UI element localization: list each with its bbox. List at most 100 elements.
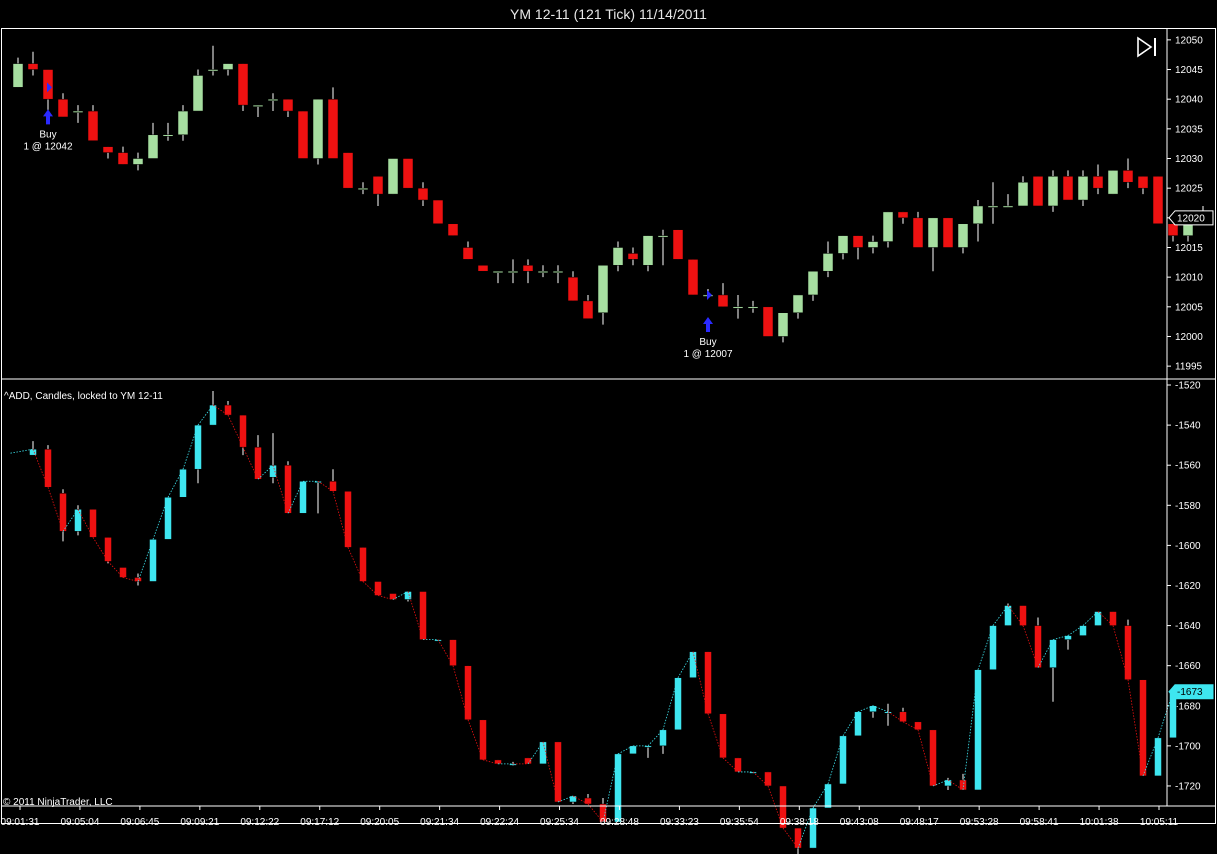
- candle-body[interactable]: [462, 247, 474, 260]
- candle-body[interactable]: [1109, 611, 1117, 626]
- candle-body[interactable]: [1124, 625, 1132, 680]
- candle-body[interactable]: [762, 306, 774, 337]
- candle-body[interactable]: [74, 509, 82, 532]
- candle-body[interactable]: [777, 312, 789, 337]
- candle-body[interactable]: [747, 306, 759, 309]
- candle-body[interactable]: [89, 509, 97, 538]
- candle-body[interactable]: [957, 223, 969, 248]
- candle-body[interactable]: [327, 98, 339, 159]
- candle-body[interactable]: [1002, 205, 1014, 208]
- candle-body[interactable]: [854, 711, 862, 737]
- candle-body[interactable]: [942, 217, 954, 248]
- candle-body[interactable]: [1154, 737, 1162, 777]
- candle-body[interactable]: [57, 98, 69, 118]
- candle-body[interactable]: [179, 468, 187, 498]
- candle-body[interactable]: [1167, 223, 1179, 236]
- candle-body[interactable]: [1077, 176, 1089, 201]
- candle-body[interactable]: [312, 98, 324, 159]
- candle-body[interactable]: [717, 294, 729, 308]
- candle-body[interactable]: [464, 665, 472, 721]
- candle-body[interactable]: [1137, 176, 1149, 189]
- candle-body[interactable]: [912, 217, 924, 248]
- candle-body[interactable]: [612, 247, 624, 266]
- candle-body[interactable]: [732, 306, 744, 309]
- candle-body[interactable]: [792, 294, 804, 313]
- candle-body[interactable]: [192, 75, 204, 112]
- candle-body[interactable]: [72, 110, 84, 113]
- candle-body[interactable]: [357, 187, 369, 190]
- candle-body[interactable]: [119, 567, 127, 578]
- candle-body[interactable]: [132, 158, 144, 165]
- candle-body[interactable]: [522, 265, 534, 272]
- candle-body[interactable]: [987, 205, 999, 208]
- candle-body[interactable]: [1047, 176, 1059, 207]
- candle-body[interactable]: [432, 199, 444, 225]
- candle-body[interactable]: [59, 493, 67, 532]
- candle-body[interactable]: [567, 276, 579, 302]
- candle-body[interactable]: [1152, 176, 1164, 225]
- candle-body[interactable]: [237, 63, 249, 106]
- candle-body[interactable]: [944, 779, 952, 787]
- candle-body[interactable]: [537, 270, 549, 273]
- candle-body[interactable]: [417, 187, 429, 201]
- candle-body[interactable]: [584, 797, 592, 805]
- candle-body[interactable]: [852, 235, 864, 248]
- candle-body[interactable]: [1122, 170, 1134, 183]
- candle-body[interactable]: [807, 270, 819, 296]
- candle-body[interactable]: [552, 270, 564, 273]
- candle-body[interactable]: [657, 235, 669, 238]
- candle-body[interactable]: [222, 63, 234, 70]
- candle-body[interactable]: [252, 104, 264, 107]
- candle-body[interactable]: [162, 134, 174, 137]
- candle-body[interactable]: [869, 705, 877, 713]
- candle-body[interactable]: [44, 448, 52, 488]
- candle-body[interactable]: [1032, 176, 1044, 207]
- candle-body[interactable]: [614, 753, 622, 823]
- candle-body[interactable]: [387, 158, 399, 195]
- candle-body[interactable]: [764, 771, 772, 787]
- candle-body[interactable]: [972, 205, 984, 225]
- candle-body[interactable]: [372, 176, 384, 195]
- candle-body[interactable]: [402, 158, 414, 189]
- candle-body[interactable]: [1034, 625, 1042, 668]
- candle-body[interactable]: [177, 110, 189, 136]
- candle-body[interactable]: [149, 539, 157, 582]
- candle-body[interactable]: [569, 795, 577, 803]
- candle-body[interactable]: [267, 98, 279, 101]
- candle-body[interactable]: [822, 253, 834, 272]
- candle-body[interactable]: [269, 464, 277, 478]
- candle-body[interactable]: [642, 235, 654, 266]
- candle-body[interactable]: [282, 98, 294, 112]
- candle-body[interactable]: [359, 547, 367, 582]
- candle-body[interactable]: [597, 265, 609, 313]
- candle-body[interactable]: [1107, 170, 1119, 195]
- candle-body[interactable]: [927, 217, 939, 248]
- candle-body[interactable]: [1139, 679, 1147, 777]
- candle-body[interactable]: [207, 69, 219, 72]
- candle-body[interactable]: [117, 152, 129, 165]
- candle-body[interactable]: [882, 211, 894, 242]
- candle-body[interactable]: [102, 146, 114, 153]
- candle-body[interactable]: [837, 235, 849, 254]
- candle-body[interactable]: [867, 241, 879, 248]
- scroll-to-end-button[interactable]: [1136, 36, 1160, 58]
- candle-body[interactable]: [374, 581, 382, 596]
- candle-body[interactable]: [164, 497, 172, 540]
- candle-body[interactable]: [1062, 176, 1074, 201]
- candle-body[interactable]: [104, 537, 112, 562]
- candle-body[interactable]: [492, 270, 504, 273]
- candle-body[interactable]: [629, 745, 637, 755]
- chart-area[interactable]: 11995 12000 12005 12010 12015 12020 12025 12030…: [0, 28, 1217, 854]
- candle-body[interactable]: [147, 134, 159, 159]
- candle-body[interactable]: [342, 152, 354, 189]
- candle-body[interactable]: [672, 229, 684, 260]
- candle-body[interactable]: [27, 63, 39, 70]
- candle-body[interactable]: [734, 757, 742, 773]
- candle-body[interactable]: [87, 110, 99, 141]
- candle-body[interactable]: [1049, 639, 1057, 668]
- candle-body[interactable]: [297, 110, 309, 159]
- candle-body[interactable]: [539, 741, 547, 765]
- candle-body[interactable]: [824, 783, 832, 809]
- candle-body[interactable]: [897, 211, 909, 219]
- candle-body[interactable]: [687, 259, 699, 296]
